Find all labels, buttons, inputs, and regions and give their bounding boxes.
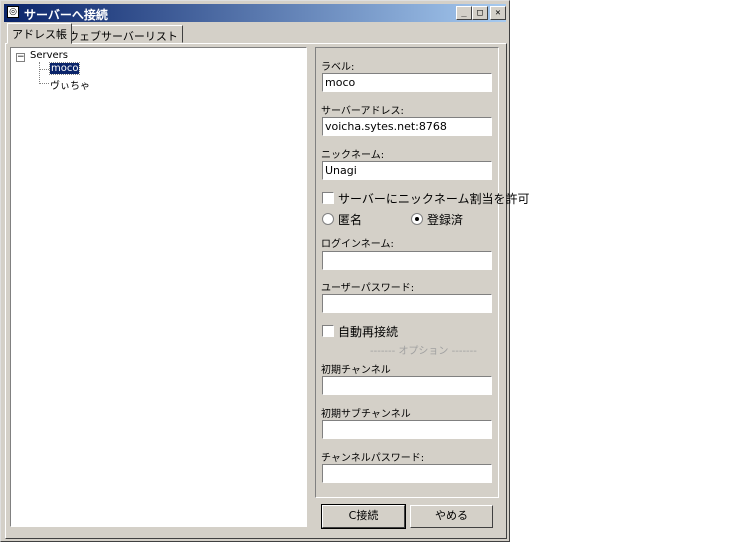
label-label: ラベル: [321, 62, 355, 73]
collapse-icon[interactable]: − [16, 53, 25, 62]
window-title: サーバーへ接続 [24, 8, 108, 22]
user-password-label: ユーザーパスワード: [321, 283, 415, 294]
tree-item-moco[interactable]: moco [48, 62, 81, 75]
radio-selected-dot [415, 217, 419, 221]
tree-item-vicha[interactable]: ヴぃちゃ [50, 77, 90, 92]
allow-nickname-checkbox[interactable] [322, 192, 334, 204]
initial-channel-label: 初期チャンネル [321, 365, 391, 376]
initial-subchannel-label: 初期サブチャンネル [321, 409, 411, 420]
auto-reconnect-checkbox[interactable] [322, 325, 334, 337]
channel-password-label: チャンネルパスワード: [321, 453, 425, 464]
login-name-field[interactable] [322, 251, 492, 270]
channel-password-field[interactable] [322, 464, 492, 483]
tree-connector [39, 62, 40, 84]
connect-dialog: ◎ サーバーへ接続 _ □ ✕ アドレス帳 ウェブサーバーリスト − Serve… [0, 0, 530, 542]
cancel-button[interactable]: やめる [410, 505, 493, 528]
label-field[interactable]: moco [322, 73, 492, 92]
anonymous-label: 匿名 [338, 213, 363, 227]
login-name-label: ログインネーム: [321, 239, 394, 250]
options-separator: ------- オプション ------- [370, 346, 477, 357]
nickname-field[interactable]: Unagi [322, 161, 492, 180]
maximize-button[interactable]: □ [472, 6, 488, 20]
tree-root-servers[interactable]: Servers [30, 50, 68, 61]
nickname-label: ニックネーム: [321, 150, 385, 161]
tab-address-book[interactable]: アドレス帳 [7, 23, 72, 44]
allow-nickname-label: サーバーにニックネーム割当を許可 [338, 192, 530, 206]
server-address-field[interactable]: voicha.sytes.net:8768 [322, 117, 492, 136]
app-icon: ◎ [7, 6, 19, 18]
close-button[interactable]: ✕ [490, 6, 506, 20]
user-password-field[interactable] [322, 294, 492, 313]
tab-web-server-list[interactable]: ウェブサーバーリスト [63, 25, 183, 43]
registered-label: 登録済 [427, 213, 464, 227]
title-bar[interactable]: ◎ サーバーへ接続 _ □ ✕ [4, 4, 506, 22]
registered-radio[interactable] [411, 213, 423, 225]
auto-reconnect-label: 自動再接続 [338, 325, 399, 339]
initial-subchannel-field[interactable] [322, 420, 492, 439]
connect-button[interactable]: C接続 [321, 504, 406, 529]
tree-connector [39, 83, 49, 84]
tree-connector [39, 69, 49, 70]
server-address-label: サーバーアドレス: [321, 106, 404, 117]
minimize-button[interactable]: _ [456, 6, 472, 20]
initial-channel-field[interactable] [322, 376, 492, 395]
server-tree[interactable]: − Servers moco ヴぃちゃ [10, 47, 307, 527]
anonymous-radio[interactable] [322, 213, 334, 225]
